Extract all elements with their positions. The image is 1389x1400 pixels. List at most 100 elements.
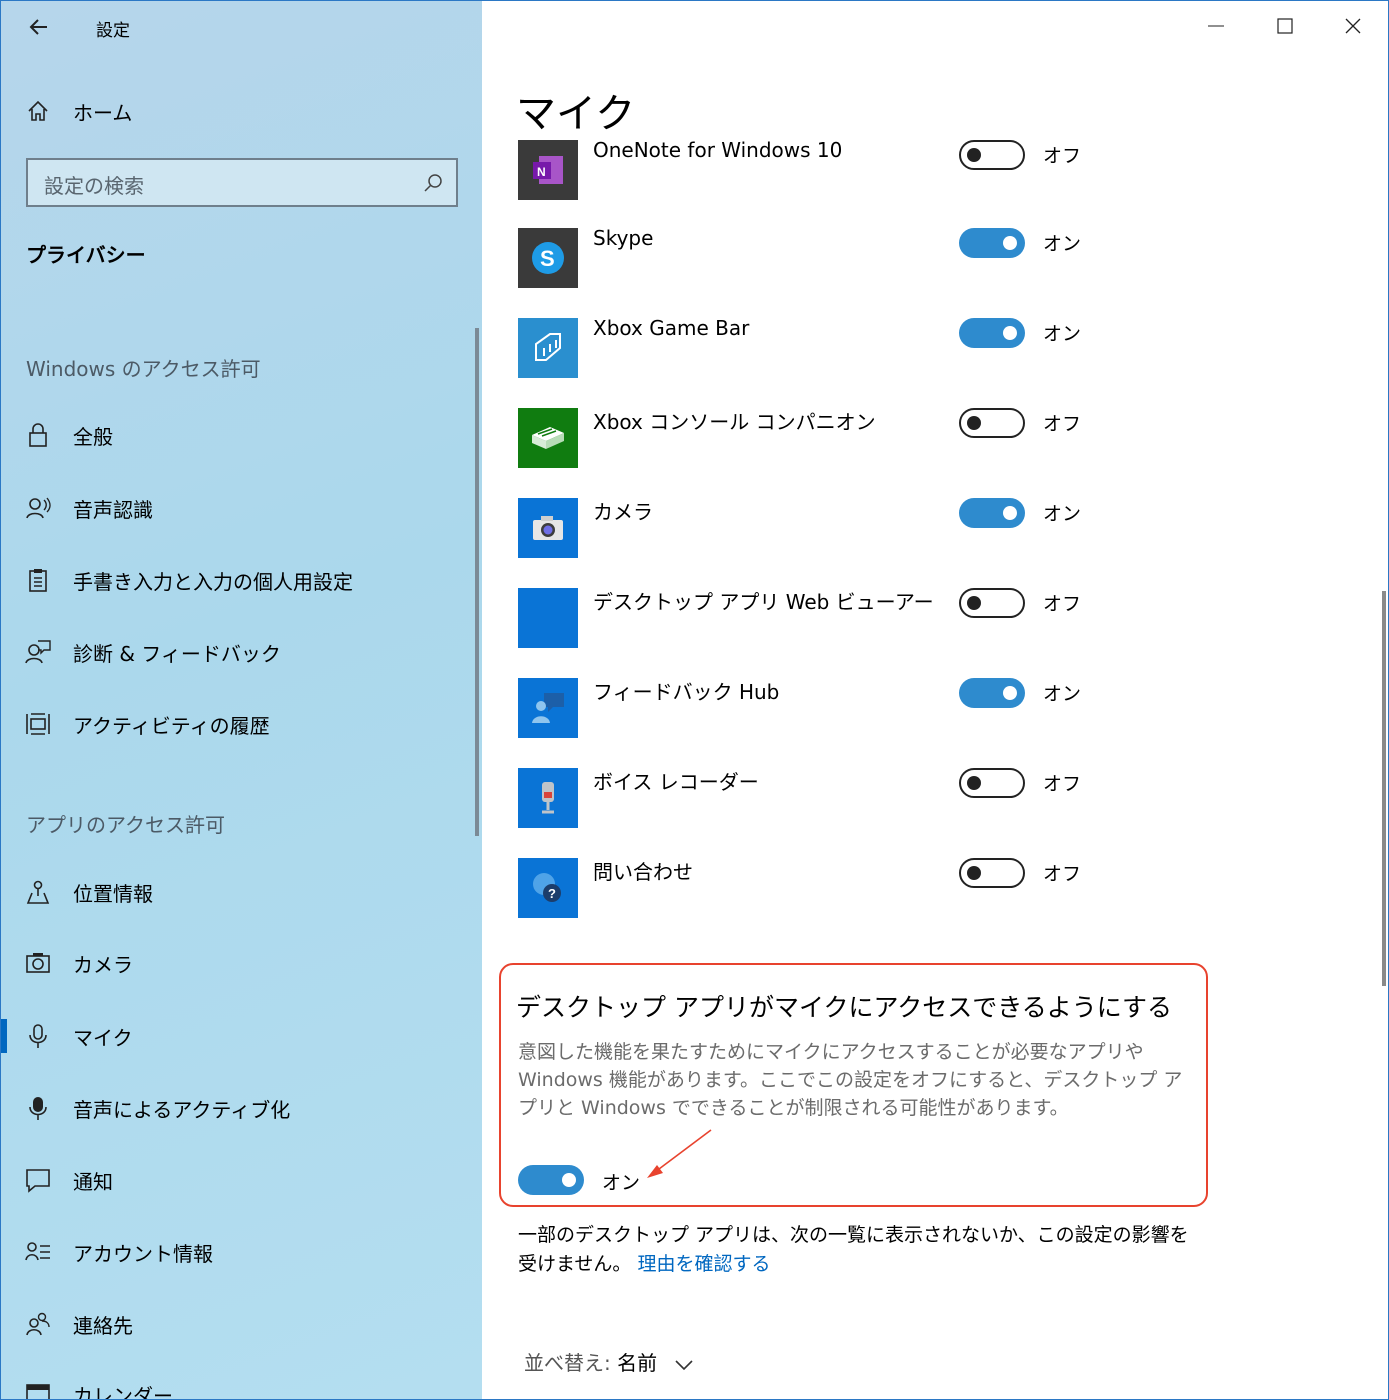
microphone-toggle-voice-recorder[interactable] xyxy=(959,768,1025,798)
sidebar-item-label: 診断 & フィードバック xyxy=(73,641,281,666)
app-name: カメラ xyxy=(593,500,653,524)
lock-icon xyxy=(25,422,51,448)
sidebar-item-notifications[interactable]: 通知 xyxy=(1,1155,471,1205)
app-name: Skype xyxy=(593,226,654,250)
sidebar-item-contacts[interactable]: 連絡先 xyxy=(1,1299,471,1349)
close-button[interactable] xyxy=(1319,1,1387,51)
close-icon xyxy=(1345,18,1361,34)
svg-text:N: N xyxy=(537,165,546,179)
main-scrollbar[interactable] xyxy=(1382,591,1386,986)
sidebar-item-account-info[interactable]: アカウント情報 xyxy=(1,1227,471,1277)
clipboard-icon xyxy=(25,567,51,593)
account-info-icon xyxy=(25,1239,51,1265)
svg-text:S: S xyxy=(540,246,555,271)
toggle-knob xyxy=(1003,506,1017,520)
microphone-icon xyxy=(25,1023,51,1049)
toggle-state: オフ xyxy=(1043,593,1082,615)
desktop-apps-note: 一部のデスクトップ アプリは、次の一覧に表示されないか、この設定の影響を受けませ… xyxy=(518,1221,1198,1279)
sidebar-item-label: 音声によるアクティブ化 xyxy=(73,1097,291,1122)
sidebar-scrollbar[interactable] xyxy=(475,328,479,836)
app-row-skype: S Skype オン xyxy=(518,226,1118,290)
toggle-state: オフ xyxy=(1043,863,1082,885)
app-row-camera: カメラ オン xyxy=(518,498,1118,560)
sort-dropdown[interactable]: 並べ替え: 名前 xyxy=(524,1347,695,1376)
page-title: マイク xyxy=(516,91,636,137)
minimize-button[interactable] xyxy=(1182,1,1250,51)
web-viewer-icon xyxy=(518,588,578,648)
skype-icon: S xyxy=(518,228,578,288)
sidebar-item-camera[interactable]: カメラ xyxy=(1,938,471,988)
toggle-knob xyxy=(562,1173,576,1187)
chevron-down-icon xyxy=(675,1359,694,1370)
sidebar-item-microphone[interactable]: マイク xyxy=(1,1011,471,1061)
settings-window: 設定 ホーム 設定の検索 プライバシー Windows のアクセス許可 全般 音… xyxy=(0,0,1389,1400)
search-placeholder: 設定の検索 xyxy=(44,174,144,198)
desktop-apps-microphone-toggle[interactable] xyxy=(518,1165,584,1195)
window-title: 設定 xyxy=(96,21,130,41)
app-name: OneNote for Windows 10 xyxy=(593,138,843,162)
sidebar-item-location[interactable]: 位置情報 xyxy=(1,867,471,917)
maximize-icon xyxy=(1277,18,1293,34)
category-heading: プライバシー xyxy=(26,243,146,267)
voice-activation-icon xyxy=(25,1095,51,1121)
timeline-icon xyxy=(25,711,51,737)
sidebar-item-label: 全般 xyxy=(73,424,113,449)
sidebar-item-label: ホーム xyxy=(73,100,133,125)
toggle-knob xyxy=(967,596,981,610)
app-name: フィードバック Hub xyxy=(593,680,780,704)
app-row-feedback-hub: フィードバック Hub オン xyxy=(518,678,1118,740)
search-input[interactable]: 設定の検索 xyxy=(26,158,458,207)
xbox-console-icon xyxy=(518,408,578,468)
app-row-voice-recorder: ボイス レコーダー オフ xyxy=(518,768,1118,830)
notification-icon xyxy=(25,1167,51,1193)
sidebar-item-speech[interactable]: 音声認識 xyxy=(1,483,471,533)
onenote-icon: N xyxy=(518,140,578,200)
microphone-toggle-skype[interactable] xyxy=(959,228,1025,258)
sidebar-item-label: カレンダー xyxy=(73,1383,173,1400)
microphone-toggle-web-viewer[interactable] xyxy=(959,588,1025,618)
desktop-apps-heading: デスクトップ アプリがマイクにアクセスできるようにする xyxy=(516,993,1172,1022)
toggle-state: オフ xyxy=(1043,145,1082,167)
microphone-toggle-onenote[interactable] xyxy=(959,140,1025,170)
toggle-state: オン xyxy=(1043,503,1082,525)
sidebar-item-activity-history[interactable]: アクティビティの履歴 xyxy=(1,699,471,749)
svg-text:?: ? xyxy=(548,886,556,901)
camera-app-icon xyxy=(518,498,578,558)
sidebar-item-general[interactable]: 全般 xyxy=(1,410,471,460)
sidebar: 設定 ホーム 設定の検索 プライバシー Windows のアクセス許可 全般 音… xyxy=(1,1,482,1400)
microphone-toggle-feedback-hub[interactable] xyxy=(959,678,1025,708)
back-button[interactable] xyxy=(23,11,55,43)
xbox-game-bar-icon xyxy=(518,318,578,378)
sidebar-item-calendar[interactable]: カレンダー xyxy=(1,1369,471,1400)
app-row-xbox-game-bar: Xbox Game Bar オン xyxy=(518,316,1118,380)
maximize-button[interactable] xyxy=(1251,1,1319,51)
microphone-toggle-xbox-console[interactable] xyxy=(959,408,1025,438)
sidebar-item-home[interactable]: ホーム xyxy=(1,86,471,136)
location-icon xyxy=(25,879,51,905)
app-row-get-help: ? 問い合わせ オフ xyxy=(518,858,1118,920)
section-heading-windows: Windows のアクセス許可 xyxy=(26,357,261,381)
microphone-toggle-camera[interactable] xyxy=(959,498,1025,528)
microphone-toggle-get-help[interactable] xyxy=(959,858,1025,888)
annotation-arrow-icon xyxy=(647,1129,712,1178)
sidebar-item-label: アクティビティの履歴 xyxy=(73,713,270,738)
sidebar-item-inking[interactable]: 手書き入力と入力の個人用設定 xyxy=(1,555,471,605)
camera-icon xyxy=(25,950,51,976)
app-name: デスクトップ アプリ Web ビューアー xyxy=(593,590,934,614)
toggle-knob xyxy=(1003,236,1017,250)
sidebar-item-label: 通知 xyxy=(73,1169,113,1194)
section-heading-apps: アプリのアクセス許可 xyxy=(26,813,225,837)
app-name: Xbox Game Bar xyxy=(593,316,750,340)
sidebar-item-label: 位置情報 xyxy=(73,881,153,906)
sidebar-item-label: 連絡先 xyxy=(73,1313,133,1338)
sidebar-item-diagnostics[interactable]: 診断 & フィードバック xyxy=(1,627,471,677)
sidebar-item-voice-activation[interactable]: 音声によるアクティブ化 xyxy=(1,1083,471,1133)
home-icon xyxy=(25,98,51,124)
toggle-state: オン xyxy=(1043,233,1082,255)
app-row-xbox-console: Xbox コンソール コンパニオン オフ xyxy=(518,408,1118,470)
toggle-knob xyxy=(1003,686,1017,700)
toggle-knob xyxy=(967,148,981,162)
microphone-toggle-xbox-game-bar[interactable] xyxy=(959,318,1025,348)
learn-why-link[interactable]: 理由を確認する xyxy=(637,1253,770,1275)
search-icon xyxy=(422,172,444,194)
